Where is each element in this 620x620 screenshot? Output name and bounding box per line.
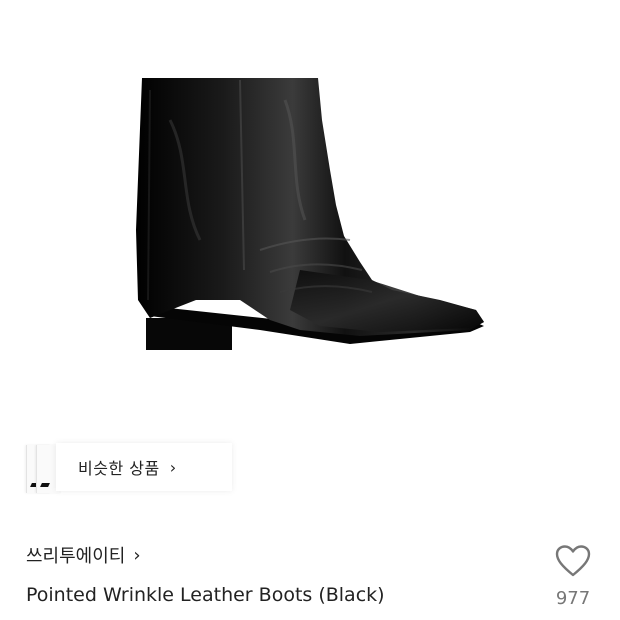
chevron-right-icon: › [169,457,177,477]
brand-name: 쓰리투에이티 [26,546,126,567]
similar-products-button[interactable]: 비슷한 상품 › [56,443,232,491]
similar-products[interactable]: 비슷한 상품 › [26,443,232,495]
like-button[interactable]: 977 [548,544,598,614]
chevron-right-icon: › [133,544,141,566]
brand-link[interactable]: 쓰리투에이티 › [26,542,141,568]
product-image[interactable] [0,0,620,430]
product-title: Pointed Wrinkle Leather Boots (Black) [26,584,385,606]
boot-image [136,78,484,350]
like-count: 977 [555,588,591,609]
heart-outline-icon [555,545,591,577]
similar-products-label: 비슷한 상품 [78,459,160,478]
